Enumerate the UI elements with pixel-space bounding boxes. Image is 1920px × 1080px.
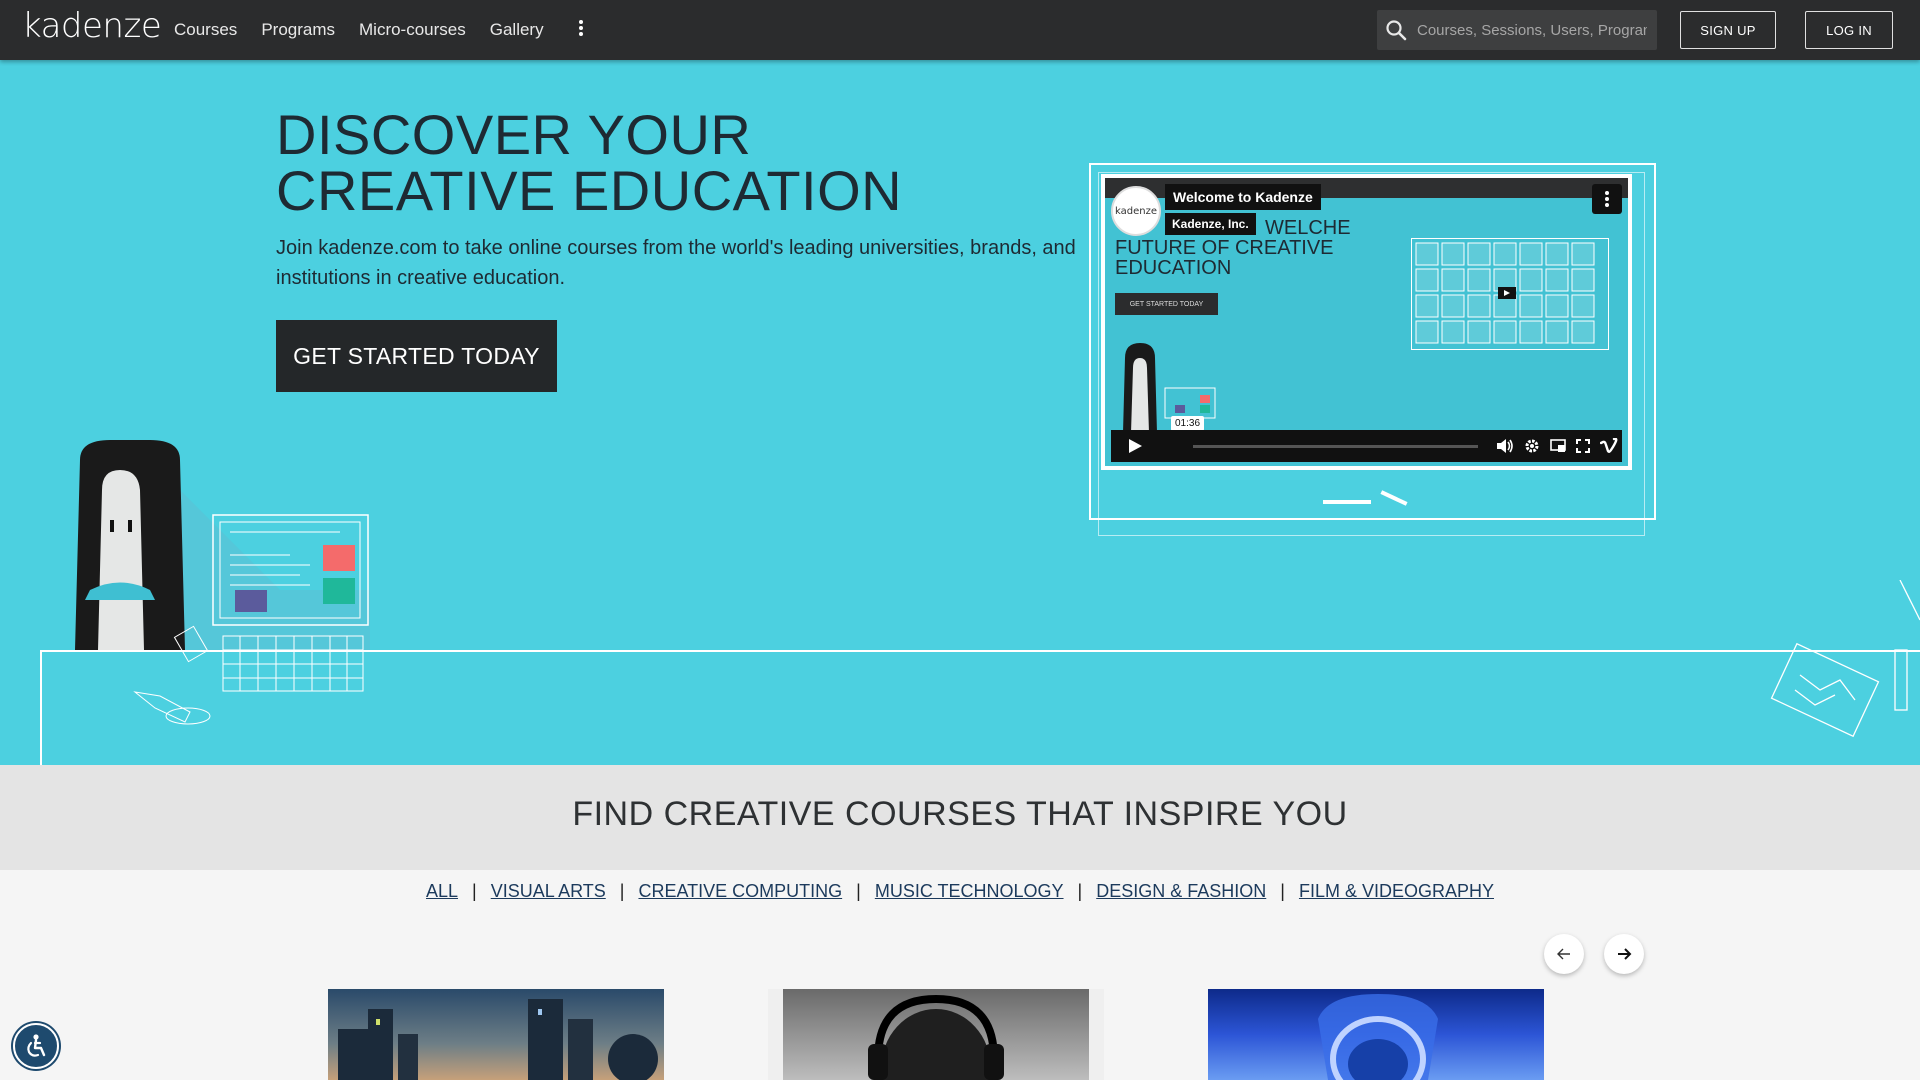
course-card[interactable] [768, 989, 1104, 1080]
log-in-button[interactable]: LOG IN [1805, 11, 1893, 49]
play-icon[interactable] [1127, 438, 1143, 454]
category-creative-computing[interactable]: CREATIVE COMPUTING [638, 881, 842, 902]
video-timestamp: 01:36 [1171, 416, 1205, 431]
courses-section-header: FIND CREATIVE COURSES THAT INSPIRE YOU [0, 765, 1920, 870]
search-box [1377, 10, 1657, 50]
hero-subtitle: Join kadenze.com to take online courses … [276, 237, 1076, 289]
video-author[interactable]: Kadenze, Inc. [1165, 213, 1256, 235]
hero-title: DISCOVER YOUR CREATIVE EDUCATION [276, 103, 903, 222]
volume-icon[interactable] [1496, 438, 1514, 454]
category-separator: | [472, 881, 477, 901]
category-separator: | [619, 881, 625, 901]
category-film-videography[interactable]: FILM & VIDEOGRAPHY [1299, 881, 1494, 902]
carousel-prev-button[interactable] [1544, 934, 1584, 974]
sign-up-button[interactable]: SIGN UP [1680, 11, 1776, 49]
category-filter: ALL | VISUAL ARTS | CREATIVE COMPUTING |… [0, 881, 1920, 902]
video-controls [1111, 430, 1622, 462]
main-nav: Courses Programs Micro-courses Gallery [174, 0, 584, 60]
video-headline: WELCHE FUTURE OF CREATIVE EDUCATION [1115, 217, 1351, 279]
hero-section: DISCOVER YOUR CREATIVE EDUCATION Join ka… [0, 60, 1920, 765]
search-input[interactable] [1415, 20, 1649, 40]
nav-gallery[interactable]: Gallery [490, 20, 544, 40]
channel-avatar[interactable]: kadenze [1111, 186, 1161, 236]
pip-icon[interactable] [1550, 439, 1566, 453]
course-card[interactable] [328, 989, 664, 1080]
category-visual-arts[interactable]: VISUAL ARTS [491, 881, 606, 902]
courses-title: FIND CREATIVE COURSES THAT INSPIRE YOU [572, 795, 1348, 833]
carousel-next-button[interactable] [1604, 934, 1644, 974]
category-separator: | [1280, 881, 1285, 901]
category-design-fashion[interactable]: DESIGN & FASHION [1096, 881, 1266, 902]
arrow-left-icon [1557, 948, 1570, 960]
video-inner-cta: GET STARTED TODAY [1115, 293, 1218, 315]
nav-programs[interactable]: Programs [261, 20, 335, 40]
nav-courses[interactable]: Courses [174, 20, 237, 40]
vimeo-icon[interactable] [1600, 438, 1618, 454]
course-thumbnail [783, 989, 1089, 1080]
arrow-right-icon [1618, 948, 1632, 960]
video-character [1123, 343, 1216, 433]
category-separator: | [856, 881, 861, 901]
category-all[interactable]: ALL [426, 881, 458, 902]
course-thumbnail [338, 999, 658, 1080]
category-separator: | [1077, 881, 1083, 901]
course-thumbnail [1318, 994, 1438, 1080]
get-started-button[interactable]: GET STARTED TODAY [276, 320, 557, 392]
category-music-technology[interactable]: MUSIC TECHNOLOGY [875, 881, 1064, 902]
fullscreen-icon[interactable] [1576, 439, 1590, 453]
progress-bar[interactable] [1193, 444, 1478, 448]
vertical-dots-icon[interactable] [578, 18, 584, 43]
nav-micro-courses[interactable]: Micro-courses [359, 20, 466, 40]
accessibility-button[interactable] [13, 1023, 59, 1069]
settings-gear-icon[interactable] [1524, 438, 1540, 454]
kadenze-logo[interactable]: kadenze [22, 6, 162, 46]
accessibility-icon [27, 1034, 46, 1057]
video-menu-icon[interactable] [1592, 184, 1622, 214]
search-icon[interactable] [1385, 19, 1407, 41]
video-title[interactable]: Welcome to Kadenze [1165, 184, 1321, 210]
course-card[interactable] [1208, 989, 1544, 1080]
character-illustration [75, 440, 370, 725]
top-navigation-bar: kadenze Courses Programs Micro-courses G… [0, 0, 1920, 60]
video-participants-grid [1411, 238, 1609, 350]
circuit-illustration [1770, 580, 1920, 738]
welcome-video-player[interactable]: WELCHE FUTURE OF CREATIVE EDUCATION GET … [1101, 174, 1632, 470]
video-caption-bars [1323, 500, 1371, 504]
